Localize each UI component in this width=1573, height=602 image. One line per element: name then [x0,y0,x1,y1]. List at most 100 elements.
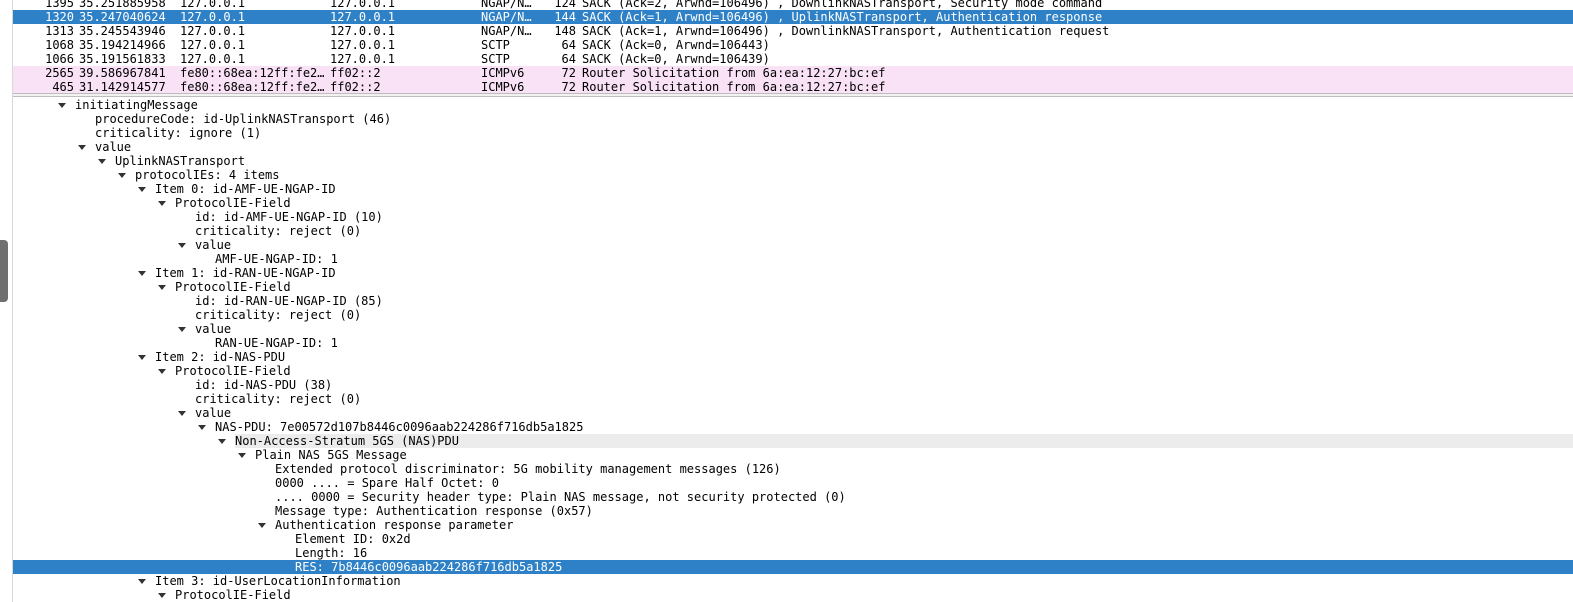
expand-arrow-icon[interactable] [138,579,146,584]
tree-item[interactable]: ProtocolIE-Field [13,588,1573,602]
tree-item[interactable]: Authentication response parameter [13,518,1573,532]
expand-arrow-icon[interactable] [198,425,206,430]
tree-item-label: criticality: reject (0) [195,224,362,238]
tree-item[interactable]: criticality: ignore (1) [13,126,1573,140]
tree-item[interactable]: protocolIEs: 4 items [13,168,1573,182]
packet-list[interactable]: 1395 35.251885958 127.0.0.1 127.0.0.1 NGAP/N… [13,0,1573,93]
packet-length: 64 [561,52,576,66]
tree-item[interactable]: Plain NAS 5GS Message [13,448,1573,462]
packet-info: SACK (Ack=0, Arwnd=106443) [582,38,770,52]
tree-item[interactable]: id: id-RAN-UE-NGAP-ID (85) [13,294,1573,308]
tree-item-label: protocolIEs: 4 items [135,168,280,182]
tree-item[interactable]: id: id-NAS-PDU (38) [13,378,1573,392]
tree-item[interactable]: Item 1: id-RAN-UE-NGAP-ID [13,266,1573,280]
packet-number: 1068 [45,38,74,52]
tree-item[interactable]: UplinkNASTransport [13,154,1573,168]
tree-item[interactable]: RES: 7b8446c0096aab224286f716db5a1825 [13,560,1573,574]
packet-protocol: ICMPv6 [481,66,525,80]
tree-item[interactable]: procedureCode: id-UplinkNASTransport (46… [13,112,1573,126]
tree-item[interactable]: ProtocolIE-Field [13,196,1573,210]
packet-row[interactable]: 465 31.142914577 fe80::68ea:12ff:fe2… ff02:… [13,80,1573,93]
tree-item[interactable]: ProtocolIE-Field [13,280,1573,294]
expand-arrow-icon[interactable] [158,593,166,598]
tree-item-label: Item 2: id-NAS-PDU [155,350,286,364]
tree-item-label: ProtocolIE-Field [175,364,291,378]
tree-item-label: Length: 16 [295,546,368,560]
tree-item[interactable]: Extended protocol discriminator: 5G mobi… [13,462,1573,476]
expand-arrow-icon[interactable] [158,285,166,290]
tree-item[interactable]: value [13,322,1573,336]
tree-item-label: ProtocolIE-Field [175,588,291,602]
expand-arrow-icon[interactable] [178,411,186,416]
packet-info: SACK (Ack=2, Arwnd=106496) , DownlinkNAS… [582,0,1103,10]
packet-source: 127.0.0.1 [180,10,246,24]
tree-item[interactable]: initiatingMessage [13,98,1573,112]
tree-item-label: Plain NAS 5GS Message [255,448,407,462]
tree-item-label: ProtocolIE-Field [175,196,291,210]
expand-arrow-icon[interactable] [138,355,146,360]
tree-item-label: initiatingMessage [75,98,198,112]
tree-item[interactable]: NAS-PDU: 7e00572d107b8446c0096aab224286f… [13,420,1573,434]
packet-length: 144 [554,10,576,24]
packet-protocol: NGAP/N… [481,0,532,10]
packet-source: fe80::68ea:12ff:fe2… [180,80,325,93]
expand-arrow-icon[interactable] [158,201,166,206]
tree-item[interactable]: Item 3: id-UserLocationInformation [13,574,1573,588]
tree-item[interactable]: Element ID: 0x2d [13,532,1573,546]
tree-item[interactable]: Non-Access-Stratum 5GS (NAS)PDU [13,434,1573,448]
packet-destination: 127.0.0.1 [330,10,396,24]
tree-item[interactable]: Message type: Authentication response (0… [13,504,1573,518]
tree-item[interactable]: criticality: reject (0) [13,308,1573,322]
tree-item-label: criticality: ignore (1) [95,126,262,140]
tree-item-label: RES: 7b8446c0096aab224286f716db5a1825 [295,560,563,574]
tree-item[interactable]: criticality: reject (0) [13,392,1573,406]
packet-length: 72 [561,66,576,80]
expand-arrow-icon[interactable] [138,187,146,192]
tree-item[interactable]: id: id-AMF-UE-NGAP-ID (10) [13,210,1573,224]
tree-item[interactable]: .... 0000 = Security header type: Plain … [13,490,1573,504]
tree-item-label: id: id-NAS-PDU (38) [195,378,333,392]
tree-item[interactable]: AMF-UE-NGAP-ID: 1 [13,252,1573,266]
expand-arrow-icon[interactable] [218,439,226,444]
packet-row[interactable]: 1066 35.191561833 127.0.0.1 127.0.0.1 SCTP 64… [13,52,1573,66]
expand-arrow-icon[interactable] [258,523,266,528]
tree-item[interactable]: Length: 16 [13,546,1573,560]
packet-protocol: ICMPv6 [481,80,525,93]
packet-source: 127.0.0.1 [180,24,246,38]
packet-source: 127.0.0.1 [180,38,246,52]
packet-protocol: SCTP [481,52,510,66]
packet-row[interactable]: 1068 35.194214966 127.0.0.1 127.0.0.1 SCTP 64… [13,38,1573,52]
expand-arrow-icon[interactable] [78,145,86,150]
expand-arrow-icon[interactable] [178,327,186,332]
packet-number: 1320 [45,10,74,24]
expand-arrow-icon[interactable] [178,243,186,248]
packet-row[interactable]: 2565 39.586967841 fe80::68ea:12ff:fe2… ff02… [13,66,1573,80]
tree-item[interactable]: value [13,238,1573,252]
tree-item[interactable]: RAN-UE-NGAP-ID: 1 [13,336,1573,350]
tree-item[interactable]: value [13,406,1573,420]
tree-item[interactable]: ProtocolIE-Field [13,364,1573,378]
packet-destination: ff02::2 [330,66,381,80]
tree-item[interactable]: criticality: reject (0) [13,224,1573,238]
packet-destination: ff02::2 [330,80,381,93]
packet-destination: 127.0.0.1 [330,52,396,66]
expand-arrow-icon[interactable] [98,159,106,164]
packet-protocol: NGAP/N… [481,10,532,24]
tree-item[interactable]: Item 2: id-NAS-PDU [13,350,1573,364]
pane-resize-handle[interactable] [0,240,8,302]
packet-row[interactable]: 1313 35.245543946 127.0.0.1 127.0.0.1 NGAP/N… [13,24,1573,38]
packet-time: 31.142914577 [79,80,166,93]
expand-arrow-icon[interactable] [238,453,246,458]
tree-item[interactable]: value [13,140,1573,154]
expand-arrow-icon[interactable] [58,103,66,108]
tree-item[interactable]: 0000 .... = Spare Half Octet: 0 [13,476,1573,490]
tree-item-label: NAS-PDU: 7e00572d107b8446c0096aab224286f… [215,420,584,434]
packet-row[interactable]: 1395 35.251885958 127.0.0.1 127.0.0.1 NGAP/N… [13,0,1573,10]
expand-arrow-icon[interactable] [158,369,166,374]
tree-item[interactable]: Item 0: id-AMF-UE-NGAP-ID [13,182,1573,196]
packet-row[interactable]: 1320 35.247040624 127.0.0.1 127.0.0.1 NGAP/N… [13,10,1573,24]
pane-splitter[interactable] [13,93,1573,97]
expand-arrow-icon[interactable] [118,173,126,178]
packet-details-tree[interactable]: initiatingMessage procedureCode: id-Uplin… [13,98,1573,602]
expand-arrow-icon[interactable] [138,271,146,276]
